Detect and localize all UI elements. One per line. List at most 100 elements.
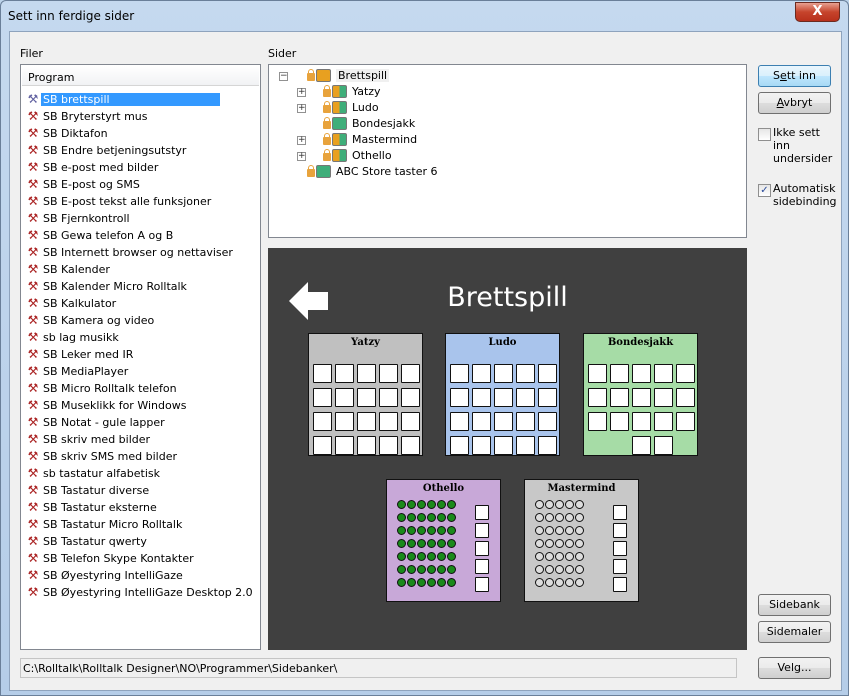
thumbnail-cell bbox=[494, 364, 513, 383]
board-piece bbox=[447, 500, 456, 509]
board-piece bbox=[397, 526, 406, 535]
board-piece bbox=[407, 552, 416, 561]
thumbnail-yatzy[interactable]: Yatzy bbox=[308, 333, 423, 456]
thumbnail-cell bbox=[475, 505, 489, 520]
no-subpages-checkbox[interactable]: Ikke sett inn undersider bbox=[758, 126, 838, 165]
thumbnail-cell bbox=[613, 559, 627, 574]
board-piece bbox=[437, 552, 446, 561]
list-item-label: SB Tastatur diverse bbox=[43, 484, 150, 497]
list-item[interactable]: ⚒ SB E-post tekst alle funksjoner bbox=[25, 193, 213, 210]
pages-tree[interactable]: − Brettspill + Yatzy + Ludo Bondesjakk + Masterm… bbox=[268, 64, 747, 238]
thumbnail-cell bbox=[475, 577, 489, 592]
board-piece bbox=[575, 552, 584, 561]
board-piece bbox=[565, 565, 574, 574]
list-item[interactable]: ⚒ SB Tastatur Micro Rolltalk bbox=[25, 516, 184, 533]
board-piece bbox=[437, 526, 446, 535]
list-item[interactable]: ⚒ SB Tastatur diverse bbox=[25, 482, 151, 499]
expand-icon[interactable]: + bbox=[297, 104, 306, 113]
board-piece bbox=[545, 526, 554, 535]
insert-button[interactable]: Sett inn bbox=[758, 65, 831, 87]
list-item[interactable]: ⚒ SB Telefon Skype Kontakter bbox=[25, 550, 196, 567]
list-item[interactable]: ⚒ SB skriv SMS med bilder bbox=[25, 448, 179, 465]
expand-icon[interactable]: + bbox=[297, 136, 306, 145]
choose-button[interactable]: Velg... bbox=[758, 657, 831, 679]
list-item[interactable]: ⚒ SB Kalkulator bbox=[25, 295, 118, 312]
tree-node[interactable]: Brettspill bbox=[307, 68, 390, 84]
thumbnail-cell bbox=[654, 436, 673, 455]
board-piece bbox=[545, 513, 554, 522]
list-item[interactable]: ⚒ SB Diktafon bbox=[25, 125, 110, 142]
expand-icon[interactable]: + bbox=[297, 152, 306, 161]
list-item[interactable]: ⚒ sb lag musikk bbox=[25, 329, 121, 346]
thumbnail-title: Yatzy bbox=[351, 337, 380, 348]
thumbnail-cell bbox=[472, 364, 491, 383]
list-item[interactable]: ⚒ SB Øyestyring IntelliGaze bbox=[25, 567, 185, 584]
pagebank-button[interactable]: Sidebank bbox=[758, 594, 831, 616]
list-item-label: SB Leker med IR bbox=[43, 348, 134, 361]
lock-icon bbox=[323, 133, 331, 145]
checkbox-box[interactable] bbox=[758, 128, 771, 141]
board-piece bbox=[565, 539, 574, 548]
list-item[interactable]: ⚒ SB Fjernkontroll bbox=[25, 210, 132, 227]
dialog-client: Filer Program ⚒ SB brettspill ⚒ SB Bryterst… bbox=[9, 31, 842, 691]
list-item[interactable]: ⚒ SB Endre betjeningsutstyr bbox=[25, 142, 188, 159]
program-icon: ⚒ bbox=[27, 381, 39, 395]
tree-node[interactable]: Mastermind bbox=[323, 132, 417, 148]
program-icon: ⚒ bbox=[27, 143, 39, 157]
thumbnail-ludo[interactable]: Ludo bbox=[445, 333, 560, 456]
list-item[interactable]: ⚒ SB e-post med bilder bbox=[25, 159, 160, 176]
board-piece bbox=[417, 552, 426, 561]
page-preview: Brettspill Yatzy Ludo Bondesjakk Othello Mas… bbox=[268, 248, 747, 650]
tree-node[interactable]: ABC Store taster 6 bbox=[307, 164, 438, 180]
list-item[interactable]: ⚒ SB Museklikk for Windows bbox=[25, 397, 188, 414]
list-item[interactable]: ⚒ SB MediaPlayer bbox=[25, 363, 130, 380]
list-item[interactable]: ⚒ SB Kamera og video bbox=[25, 312, 156, 329]
list-item[interactable]: ⚒ SB Internett browser og nettaviser bbox=[25, 244, 235, 261]
thumbnail-cell bbox=[401, 388, 420, 407]
board-piece bbox=[397, 513, 406, 522]
thumbnail-mastermind[interactable]: Mastermind bbox=[524, 479, 639, 602]
templates-button[interactable]: Sidemaler bbox=[758, 621, 831, 643]
thumbnail-cell bbox=[472, 388, 491, 407]
board-piece bbox=[575, 539, 584, 548]
expand-icon[interactable]: + bbox=[297, 88, 306, 97]
board-piece bbox=[555, 500, 564, 509]
tree-node[interactable]: Othello bbox=[323, 148, 392, 164]
list-item[interactable]: ⚒ SB Øyestyring IntelliGaze Desktop 2.0 bbox=[25, 584, 255, 601]
collapse-icon[interactable]: − bbox=[279, 72, 288, 81]
list-item[interactable]: ⚒ SB skriv med bilder bbox=[25, 431, 152, 448]
list-item[interactable]: ⚒ sb tastatur alfabetisk bbox=[25, 465, 162, 482]
list-item[interactable]: ⚒ SB Micro Rolltalk telefon bbox=[25, 380, 179, 397]
thumbnail-cell bbox=[632, 412, 651, 431]
list-item[interactable]: ⚒ SB Leker med IR bbox=[25, 346, 135, 363]
files-list[interactable]: Program ⚒ SB brettspill ⚒ SB Bryterstyrt mu… bbox=[20, 64, 261, 650]
thumbnail-cell bbox=[379, 364, 398, 383]
list-item[interactable]: ⚒ SB Gewa telefon A og B bbox=[25, 227, 175, 244]
board-piece bbox=[545, 578, 554, 587]
thumbnail-othello[interactable]: Othello bbox=[386, 479, 501, 602]
list-item[interactable]: ⚒ SB Kalender bbox=[25, 261, 112, 278]
list-item-label: SB Kalkulator bbox=[43, 297, 117, 310]
list-item-label: sb tastatur alfabetisk bbox=[43, 467, 160, 480]
board-piece bbox=[555, 539, 564, 548]
program-column-header[interactable]: Program bbox=[22, 66, 259, 86]
list-item[interactable]: ⚒ SB Kalender Micro Rolltalk bbox=[25, 278, 189, 295]
thumbnail-bondesjakk[interactable]: Bondesjakk bbox=[583, 333, 698, 456]
cancel-button[interactable]: Avbryt bbox=[758, 92, 831, 114]
thumbnail-cell bbox=[654, 364, 673, 383]
list-item[interactable]: ⚒ SB Notat - gule lapper bbox=[25, 414, 167, 431]
auto-binding-checkbox[interactable]: ✓ Automatisk sidebinding bbox=[758, 182, 838, 208]
list-item[interactable]: ⚒ SB Bryterstyrt mus bbox=[25, 108, 150, 125]
list-item[interactable]: ⚒ SB brettspill bbox=[25, 91, 220, 108]
list-item[interactable]: ⚒ SB Tastatur qwerty bbox=[25, 533, 149, 550]
tree-node[interactable]: Ludo bbox=[323, 100, 379, 116]
list-item[interactable]: ⚒ SB E-post og SMS bbox=[25, 176, 142, 193]
program-icon: ⚒ bbox=[27, 483, 39, 497]
list-item[interactable]: ⚒ SB Tastatur eksterne bbox=[25, 499, 159, 516]
tree-node[interactable]: Bondesjakk bbox=[323, 116, 415, 132]
tree-node[interactable]: Yatzy bbox=[323, 84, 381, 100]
close-button[interactable]: X bbox=[795, 2, 840, 22]
thumbnail-cell bbox=[335, 412, 354, 431]
list-item-label: sb lag musikk bbox=[43, 331, 119, 344]
checkmark-icon[interactable]: ✓ bbox=[758, 184, 771, 197]
